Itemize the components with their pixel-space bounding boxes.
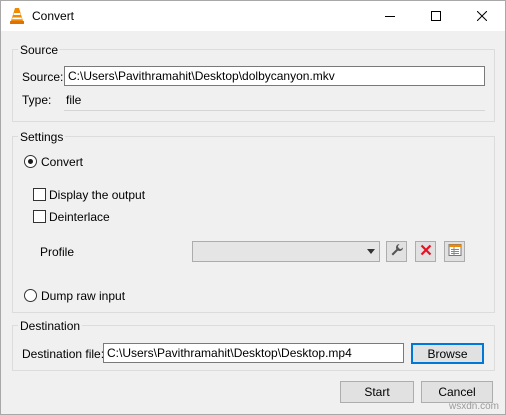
maximize-button[interactable] [413, 1, 459, 31]
dump-raw-label[interactable]: Dump raw input [41, 289, 125, 303]
settings-group-title: Settings [18, 130, 66, 144]
deinterlace-label[interactable]: Deinterlace [49, 210, 110, 224]
convert-radio-label[interactable]: Convert [41, 155, 83, 169]
wrench-icon [390, 243, 404, 260]
new-profile-button[interactable] [444, 241, 465, 262]
destination-file-label: Destination file: [22, 347, 105, 361]
source-path-field[interactable]: C:\Users\Pavithramahit\Desktop\dolbycany… [64, 66, 485, 86]
convert-dialog: Convert Source Source: C:\Users\Pavithra… [0, 0, 506, 415]
start-button[interactable]: Start [340, 381, 414, 403]
destination-file-field[interactable]: C:\Users\Pavithramahit\Desktop\Desktop.m… [103, 343, 404, 363]
delete-profile-button[interactable] [415, 241, 436, 262]
close-icon [477, 11, 487, 21]
red-x-icon [420, 244, 432, 259]
minimize-button[interactable] [367, 1, 413, 31]
edit-profile-button[interactable] [386, 241, 407, 262]
profile-label: Profile [40, 245, 75, 259]
new-profile-icon [448, 243, 462, 260]
chevron-down-icon [367, 249, 375, 254]
settings-group [12, 136, 495, 313]
radio-selected-dot [28, 159, 33, 164]
type-label: Type: [22, 93, 52, 107]
browse-button[interactable]: Browse [411, 343, 484, 364]
minimize-icon [385, 11, 395, 21]
deinterlace-checkbox[interactable] [33, 210, 46, 223]
cancel-button[interactable]: Cancel [421, 381, 493, 403]
source-divider [64, 110, 485, 111]
dump-raw-radio[interactable] [24, 289, 37, 302]
source-label: Source: [22, 70, 64, 84]
title-bar[interactable]: Convert [1, 1, 505, 31]
profile-select[interactable] [192, 241, 380, 262]
convert-radio[interactable] [24, 155, 37, 168]
window-title: Convert [32, 9, 75, 23]
close-button[interactable] [459, 1, 505, 31]
maximize-icon [431, 11, 441, 21]
source-group-title: Source [18, 43, 61, 57]
destination-group-title: Destination [18, 319, 83, 333]
display-output-label[interactable]: Display the output [49, 188, 145, 202]
display-output-checkbox[interactable] [33, 188, 46, 201]
vlc-cone-icon [9, 7, 25, 25]
type-value: file [66, 93, 82, 107]
watermark: wsxdn.com [448, 401, 499, 412]
